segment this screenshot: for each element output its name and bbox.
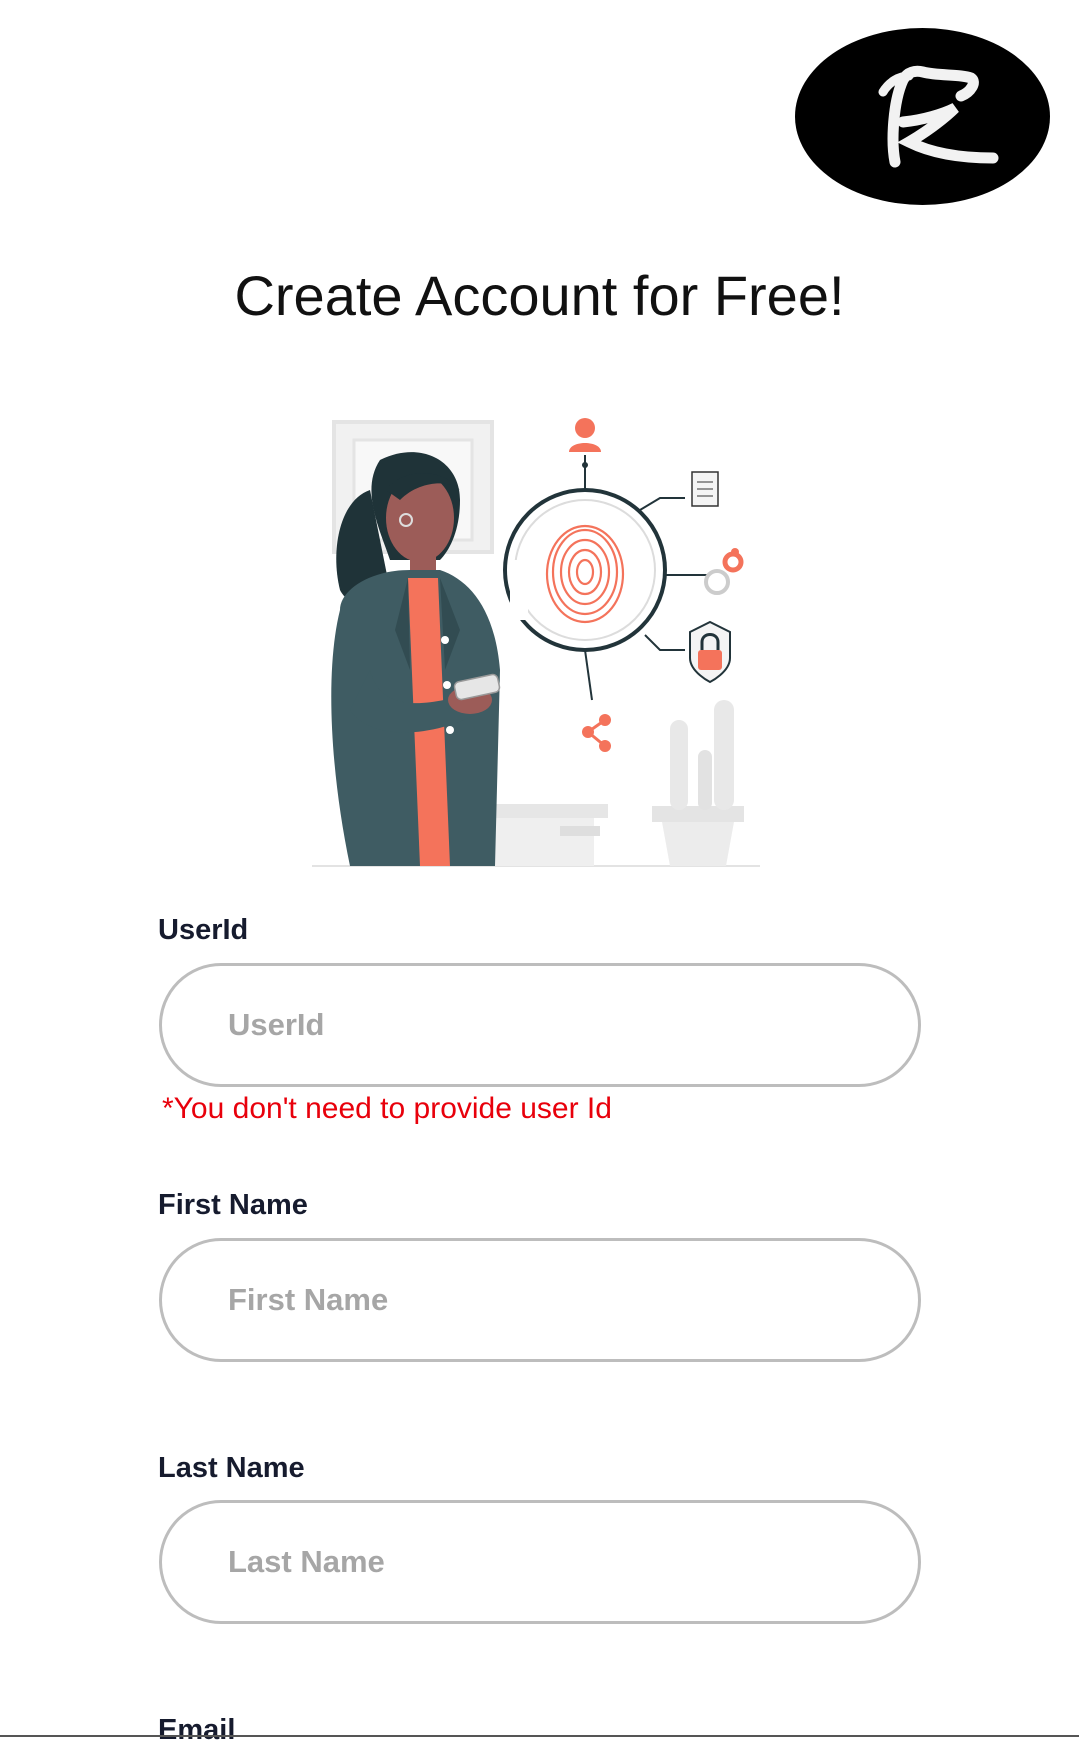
- last-name-label: Last Name: [158, 1452, 305, 1484]
- userid-label: UserId: [158, 914, 249, 946]
- security-illustration: [310, 410, 770, 870]
- first-name-input[interactable]: [159, 1238, 921, 1362]
- app-logo: [795, 28, 1050, 205]
- logo-signature-icon: [878, 65, 998, 167]
- userid-input[interactable]: [159, 963, 921, 1087]
- first-name-label: First Name: [158, 1189, 308, 1221]
- last-name-input[interactable]: [159, 1500, 921, 1624]
- page-title: Create Account for Free!: [234, 264, 845, 327]
- email-label: Email: [158, 1714, 236, 1746]
- userid-hint: *You don't need to provide user Id: [162, 1092, 612, 1125]
